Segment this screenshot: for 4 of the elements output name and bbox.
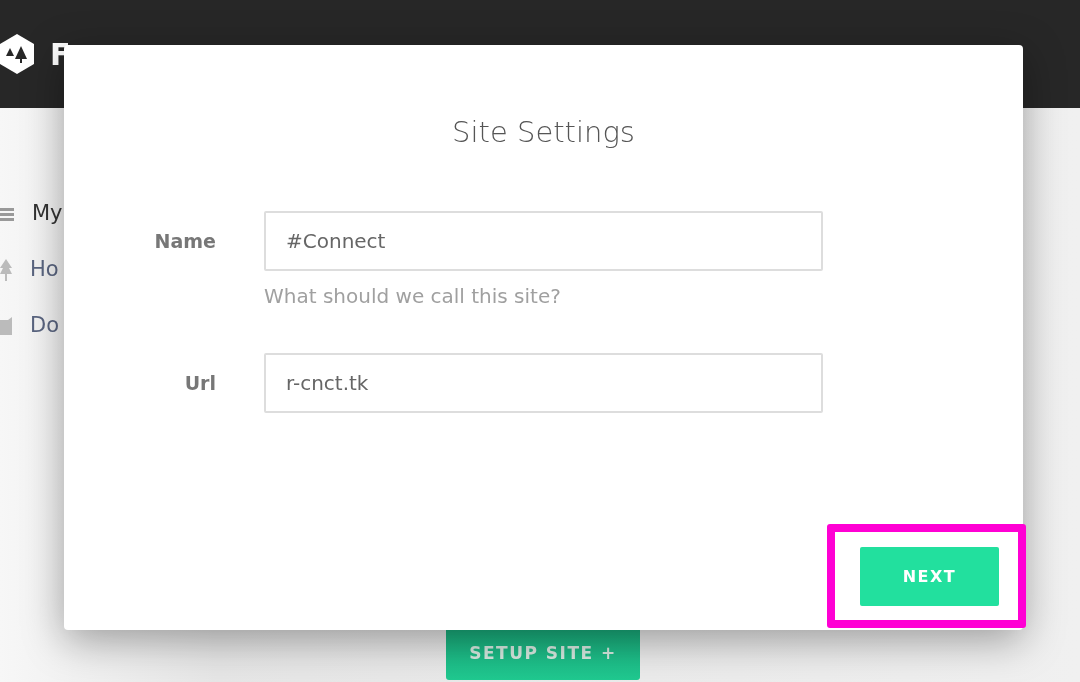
field-label: Name xyxy=(153,228,217,254)
help-text: What should we call this site? xyxy=(264,282,562,310)
field-label: Url xyxy=(183,370,217,396)
modal-title: Site Settings xyxy=(451,114,636,151)
